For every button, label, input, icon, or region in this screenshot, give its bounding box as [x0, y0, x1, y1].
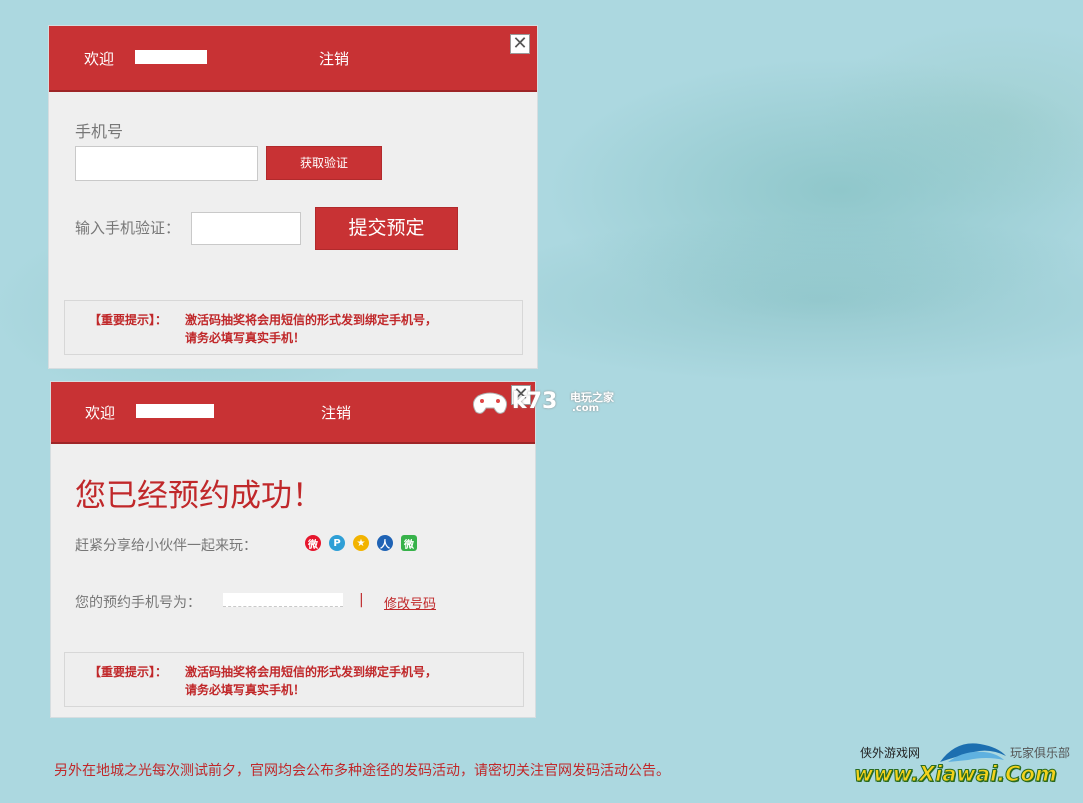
footer-announcement: 另外在地城之光每次测试前夕，官网均会公布多种途径的发码活动，请密切关注官网发码活… [54, 763, 670, 779]
logo-url: www.Xiawai.Com [854, 762, 1058, 787]
phone-input[interactable] [75, 146, 258, 181]
panel-header: 欢迎 注销 [51, 382, 535, 444]
success-title: 您已经预约成功！ [75, 478, 323, 514]
code-input[interactable] [191, 212, 301, 245]
get-code-button[interactable]: 获取验证 [266, 146, 382, 180]
submit-button[interactable]: 提交预定 [315, 207, 458, 250]
reservation-form-panel: 欢迎 注销 ✕ 手机号 获取验证 输入手机验证： 提交预定 【重要提示】： 激活… [48, 25, 538, 369]
notice-line-2: 请务必填写真实手机！ [185, 683, 306, 697]
notice-line-1: 激活码抽奖将会用短信的形式发到绑定手机号， [185, 665, 438, 679]
username-mask [135, 50, 207, 64]
reservation-success-panel: 欢迎 注销 ✕ 您已经预约成功！ 赶紧分享给小伙伴一起来玩： 微 P ★ 人 微… [50, 381, 536, 718]
k73-watermark: k73 电玩之家 .com [470, 386, 630, 420]
code-label: 输入手机验证： [75, 219, 181, 237]
gamepad-icon [472, 392, 508, 414]
separator: | [359, 592, 364, 608]
close-icon[interactable]: ✕ [510, 34, 530, 54]
logo-right-text: 玩家俱乐部 [1010, 746, 1071, 760]
notice-message: 激活码抽奖将会用短信的形式发到绑定手机号， 请务必填写真实手机！ [185, 663, 437, 699]
notice-line-1: 激活码抽奖将会用短信的形式发到绑定手机号， [185, 313, 438, 327]
logout-link[interactable]: 注销 [319, 48, 349, 69]
reserved-phone-mask [223, 593, 343, 607]
weibo-icon[interactable]: 微 [305, 535, 321, 551]
reserved-phone-label: 您的预约手机号为： [75, 595, 201, 611]
panel-header: 欢迎 注销 [49, 26, 537, 92]
share-label: 赶紧分享给小伙伴一起来玩： [75, 538, 257, 554]
notice-message: 激活码抽奖将会用短信的形式发到绑定手机号， 请务必填写真实手机！ [185, 311, 437, 347]
xiawai-logo: 侠外游戏网 玩家俱乐部 www.Xiawai.Com [850, 738, 1080, 798]
notice-line-2: 请务必填写真实手机！ [185, 331, 306, 345]
share-icons: 微 P ★ 人 微 [305, 535, 417, 551]
modify-number-link[interactable]: 修改号码 [384, 593, 436, 612]
phone-label: 手机号 [75, 122, 124, 141]
username-mask [136, 404, 214, 418]
tencent-weibo-icon[interactable]: P [329, 535, 345, 551]
wechat-icon[interactable]: 微 [401, 535, 417, 551]
renren-icon[interactable]: 人 [377, 535, 393, 551]
notice-tag: 【重要提示】： [89, 313, 168, 327]
welcome-label: 欢迎 [84, 50, 115, 68]
notice-tag: 【重要提示】： [89, 665, 168, 679]
k73-brand: k73 [512, 389, 558, 414]
qzone-icon[interactable]: ★ [353, 535, 369, 551]
k73-domain: .com [572, 403, 600, 414]
important-notice: 【重要提示】： 激活码抽奖将会用短信的形式发到绑定手机号， 请务必填写真实手机！ [64, 652, 524, 707]
logout-link[interactable]: 注销 [321, 402, 351, 423]
welcome-label: 欢迎 [85, 404, 116, 422]
important-notice: 【重要提示】： 激活码抽奖将会用短信的形式发到绑定手机号， 请务必填写真实手机！ [64, 300, 523, 355]
logo-left-text: 侠外游戏网 [860, 746, 921, 760]
